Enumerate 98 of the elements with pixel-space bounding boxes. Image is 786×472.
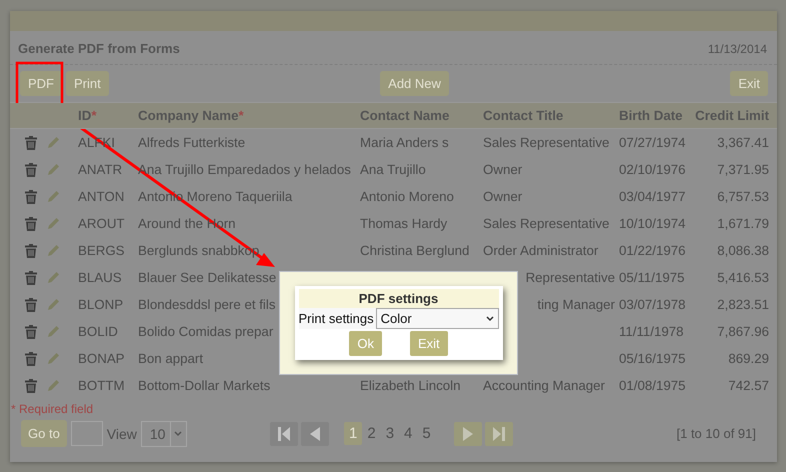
pencil-icon[interactable] <box>47 352 60 365</box>
trash-icon[interactable] <box>25 162 37 176</box>
table-cell: Elizabeth Lincoln <box>360 378 461 393</box>
table-cell-text: BERGS <box>77 243 126 258</box>
add-new-button[interactable]: Add New <box>380 71 449 96</box>
table-cell-text: 10/10/1974 <box>618 216 687 231</box>
field-label: Print settings <box>298 311 374 326</box>
previous-icon <box>310 426 320 440</box>
table-cell-text: 05/11/1975 <box>618 270 686 285</box>
table-cell-text: Blondesddsl pere et fils <box>137 297 276 312</box>
table-cell-text: 869.29 <box>727 351 770 366</box>
table-cell: Maria Anders s <box>360 135 449 150</box>
caret-icon <box>174 430 182 436</box>
table-cell-text: 742.57 <box>727 378 770 393</box>
table-cell: Owner <box>483 189 522 204</box>
table-cell-text: 07/27/1974 <box>618 135 687 150</box>
page-link[interactable]: 1 <box>344 422 362 445</box>
table-cell-text: ANTON <box>77 189 126 204</box>
trash-icon[interactable] <box>25 270 37 284</box>
table-cell: ting Manager <box>537 297 615 312</box>
next-page-button[interactable] <box>454 422 482 446</box>
table-cell: Representative <box>526 270 615 285</box>
table-cell-text: BONAP <box>77 351 126 366</box>
table-cell-text: 03/04/1977 <box>618 189 687 204</box>
table-cell: Sales Representative <box>483 135 610 150</box>
table-cell-text: Bottom-Dollar Markets <box>137 378 272 393</box>
table-cell-text: ANATR <box>77 162 124 177</box>
required-note: * Required field <box>10 401 94 416</box>
table-cell-text: Blauer See Delikatesse <box>137 270 278 285</box>
page-link[interactable]: 4 <box>399 422 418 445</box>
table-cell-text: 11/11/1978 <box>618 324 685 339</box>
dialog-title: PDF settings <box>298 289 498 308</box>
go-to-button[interactable]: Go to <box>21 420 67 447</box>
table-cell-text: 8,086.38 <box>716 243 770 258</box>
last-icon <box>492 426 505 440</box>
trash-icon[interactable] <box>25 378 37 392</box>
pencil-icon[interactable] <box>47 271 60 284</box>
trash-icon[interactable] <box>25 136 37 150</box>
table-cell: Thomas Hardy <box>360 216 448 231</box>
table-cell: Accounting Manager <box>483 378 605 393</box>
table-cell-text: 7,867.96 <box>716 324 770 339</box>
table-cell-text: 03/07/1978 <box>618 297 687 312</box>
dialog-button[interactable]: Ok <box>349 331 382 356</box>
table-cell-text: 01/08/1975 <box>618 378 687 393</box>
dialog-button[interactable]: Exit <box>410 331 448 356</box>
first-icon <box>278 426 290 440</box>
table-cell-text: Bolido Comidas prepar <box>137 324 274 339</box>
table-cell-text: Bon appart <box>137 351 204 366</box>
date-label: 11/13/2014 <box>708 42 767 56</box>
table-cell-text: BOLID <box>77 324 119 339</box>
page-link[interactable]: 3 <box>380 422 400 445</box>
table-cell: Sales Representative <box>483 216 610 231</box>
trash-icon[interactable] <box>25 190 37 204</box>
table-cell-text: BLAUS <box>77 270 123 285</box>
record-summary: [1 to 10 of 91] <box>676 426 756 441</box>
table-cell-text: 5,416.53 <box>716 270 770 285</box>
table-cell-text: 7,371.95 <box>716 162 770 177</box>
caret-icon <box>486 316 494 322</box>
trash-icon[interactable] <box>25 352 37 366</box>
table-cell-text: AROUT <box>77 216 126 231</box>
table-cell-text: 05/16/1975 <box>618 351 687 366</box>
table-cell-text: 2,823.51 <box>716 297 770 312</box>
table-cell-text: 02/10/1976 <box>618 162 687 177</box>
table-cell-text: 01/22/1976 <box>618 243 687 258</box>
page-link[interactable]: 5 <box>417 422 436 445</box>
pencil-icon[interactable] <box>47 298 60 311</box>
table-cell-text: 3,367.41 <box>716 135 770 150</box>
trash-icon[interactable] <box>25 216 37 230</box>
print-settings-select[interactable]: Color <box>376 308 498 329</box>
trash-icon[interactable] <box>25 324 37 338</box>
pencil-icon[interactable] <box>47 136 60 149</box>
toolbar-button[interactable]: Print <box>66 71 109 96</box>
next-icon <box>462 426 473 440</box>
table-cell-text: Alfreds Futterkiste <box>137 135 246 150</box>
pencil-icon[interactable] <box>47 190 60 203</box>
view-label: View <box>106 426 137 442</box>
table-cell: Christina Berglund <box>360 243 470 258</box>
table-cell-text: 6,757.53 <box>716 189 770 204</box>
table-cell: Owner <box>483 162 522 177</box>
last-page-button[interactable] <box>484 422 513 446</box>
trash-icon[interactable] <box>25 298 37 312</box>
table-cell: Antonio Moreno <box>360 189 454 204</box>
table-cell: Ana Trujillo <box>360 162 426 177</box>
page-size-select[interactable]: 10 <box>140 420 187 446</box>
pencil-icon[interactable] <box>47 163 60 176</box>
table-cell-text: BOTTM <box>77 378 126 393</box>
table-cell: Order Administrator <box>483 243 598 258</box>
pencil-icon[interactable] <box>47 244 60 257</box>
pencil-icon[interactable] <box>47 325 60 338</box>
toolbar-button[interactable]: PDF <box>20 71 62 96</box>
pencil-icon[interactable] <box>47 379 60 392</box>
trash-icon[interactable] <box>25 244 37 258</box>
table-cell-text: 1,671.79 <box>716 216 770 231</box>
pencil-icon[interactable] <box>47 217 60 230</box>
page-link[interactable]: 2 <box>362 422 381 445</box>
exit-button[interactable]: Exit <box>730 71 768 96</box>
form-title: Generate PDF from Forms <box>18 41 180 56</box>
table-cell-text: BLONP <box>77 297 124 312</box>
